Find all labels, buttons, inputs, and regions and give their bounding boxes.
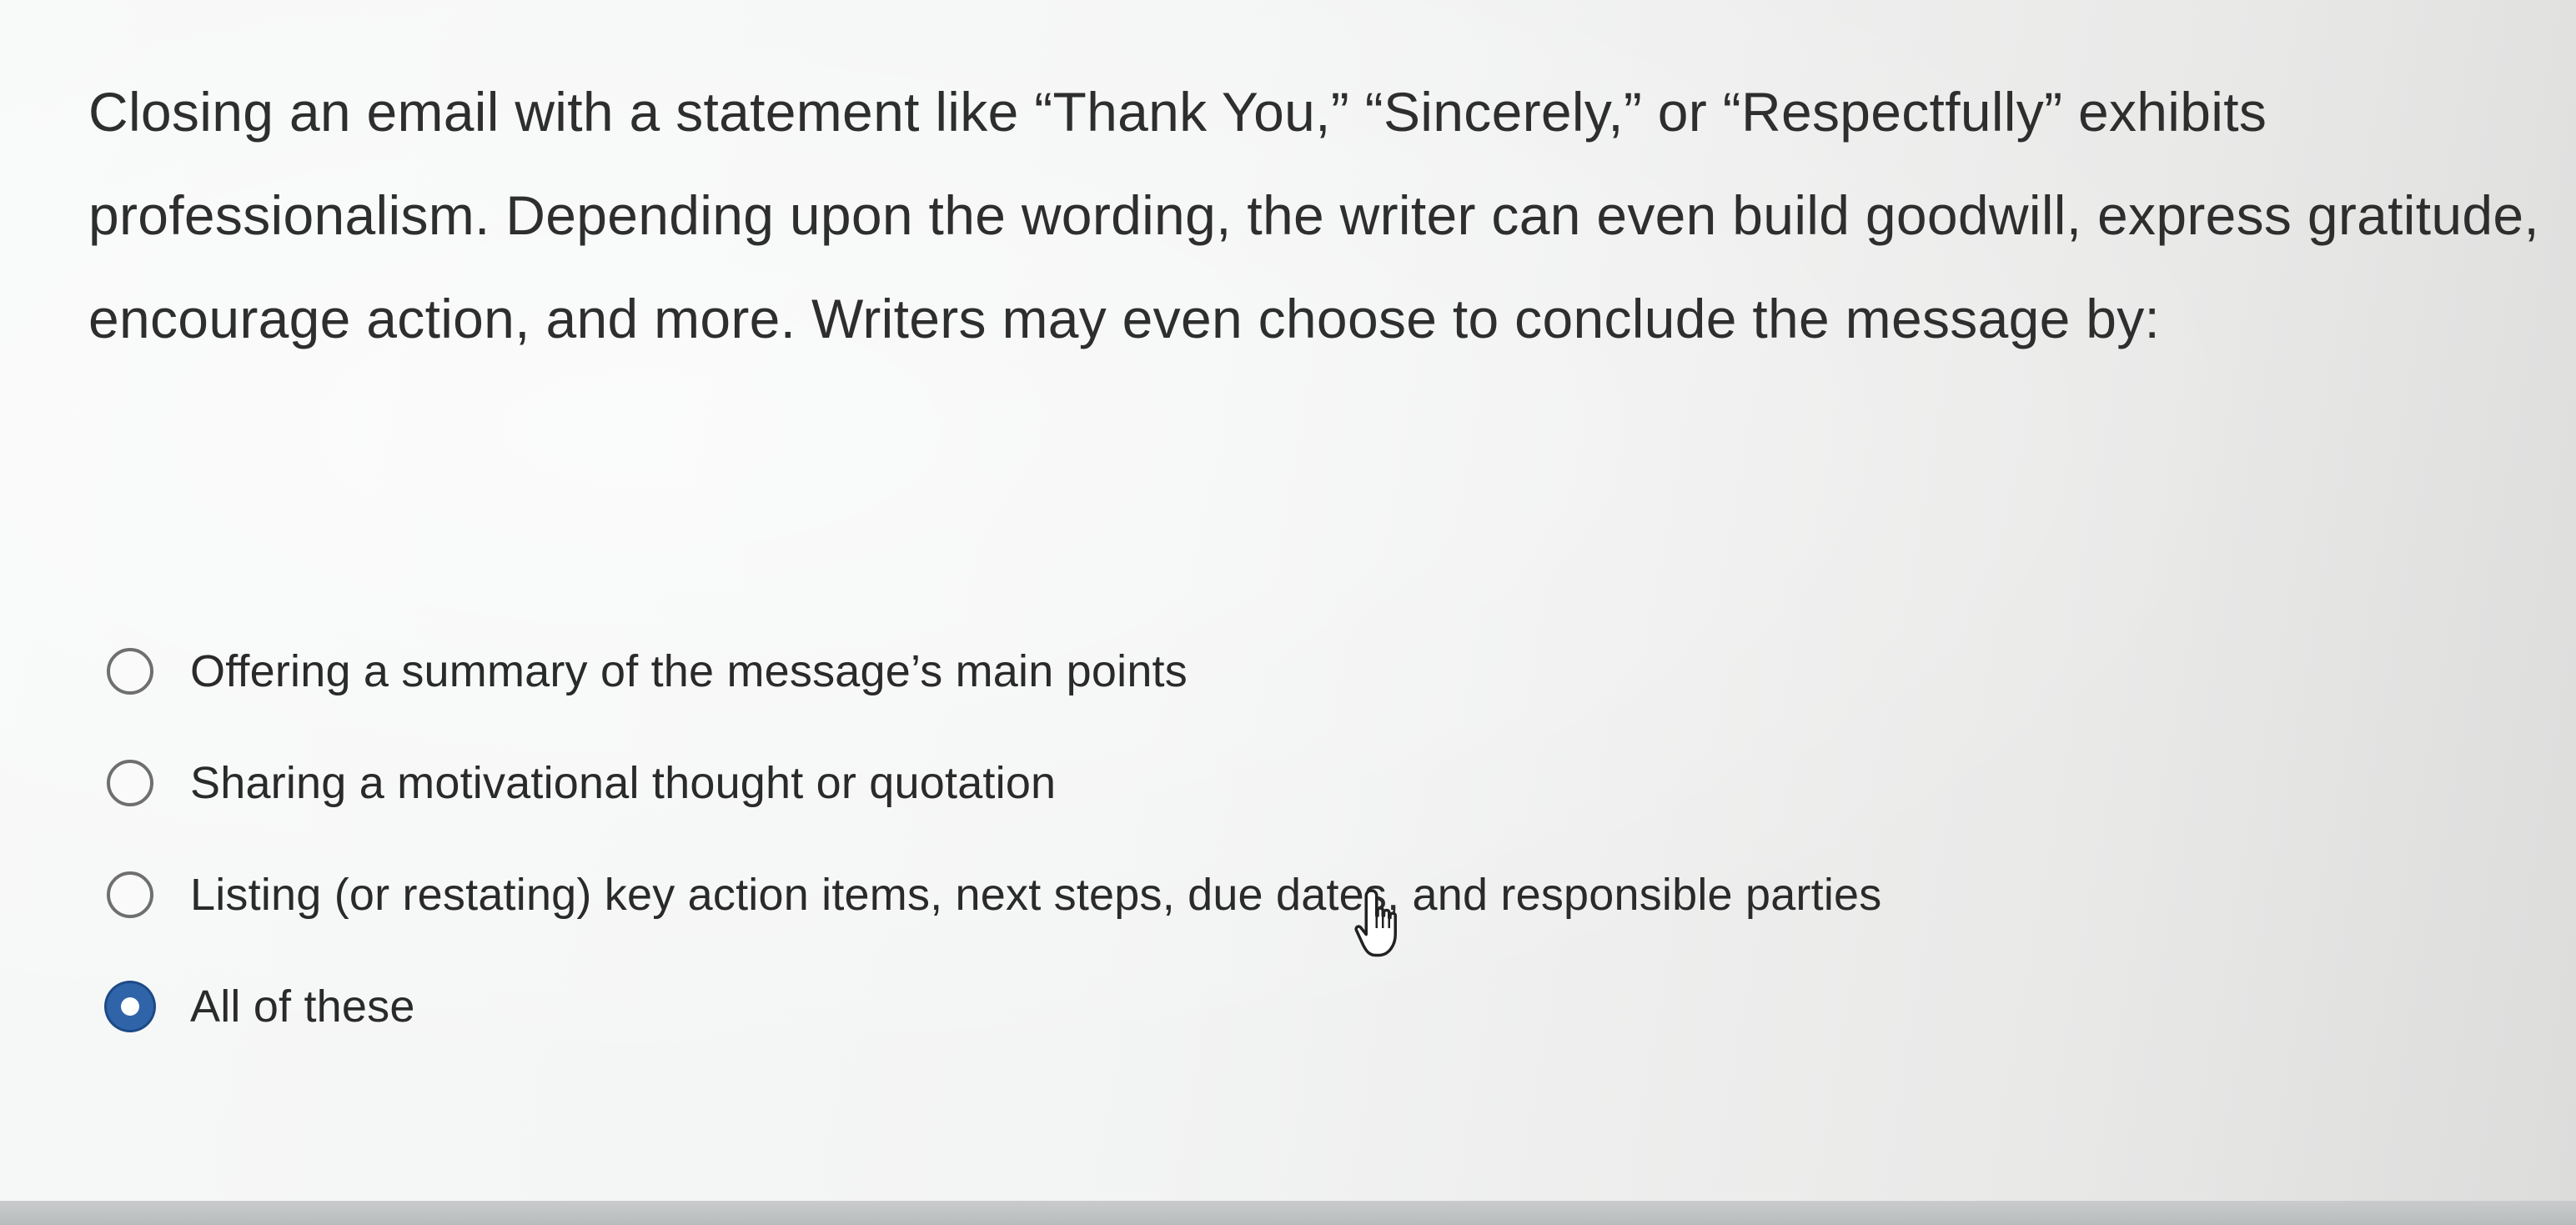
option-action-items[interactable]: Listing (or restating) key action items,… <box>107 839 2358 951</box>
radio-button[interactable] <box>107 648 153 695</box>
option-label: All of these <box>190 982 415 1032</box>
radio-button[interactable] <box>107 871 153 918</box>
question-card: Closing an email with a statement like “… <box>0 0 2576 1201</box>
option-all-of-these[interactable]: All of these <box>107 951 2358 1062</box>
option-summary[interactable]: Offering a summary of the message’s main… <box>107 615 2358 727</box>
answer-options: Offering a summary of the message’s main… <box>107 615 2358 1062</box>
option-label: Offering a summary of the message’s main… <box>190 646 1188 696</box>
option-label: Listing (or restating) key action items,… <box>190 870 1882 920</box>
hand-pointer-icon <box>1354 889 1397 957</box>
radio-button-selected[interactable] <box>107 983 153 1030</box>
option-motivational[interactable]: Sharing a motivational thought or quotat… <box>107 727 2358 839</box>
question-text: Closing an email with a statement like “… <box>88 81 2540 349</box>
card-bottom-edge <box>0 1201 2576 1225</box>
radio-button[interactable] <box>107 760 153 806</box>
option-label: Sharing a motivational thought or quotat… <box>190 758 1057 808</box>
